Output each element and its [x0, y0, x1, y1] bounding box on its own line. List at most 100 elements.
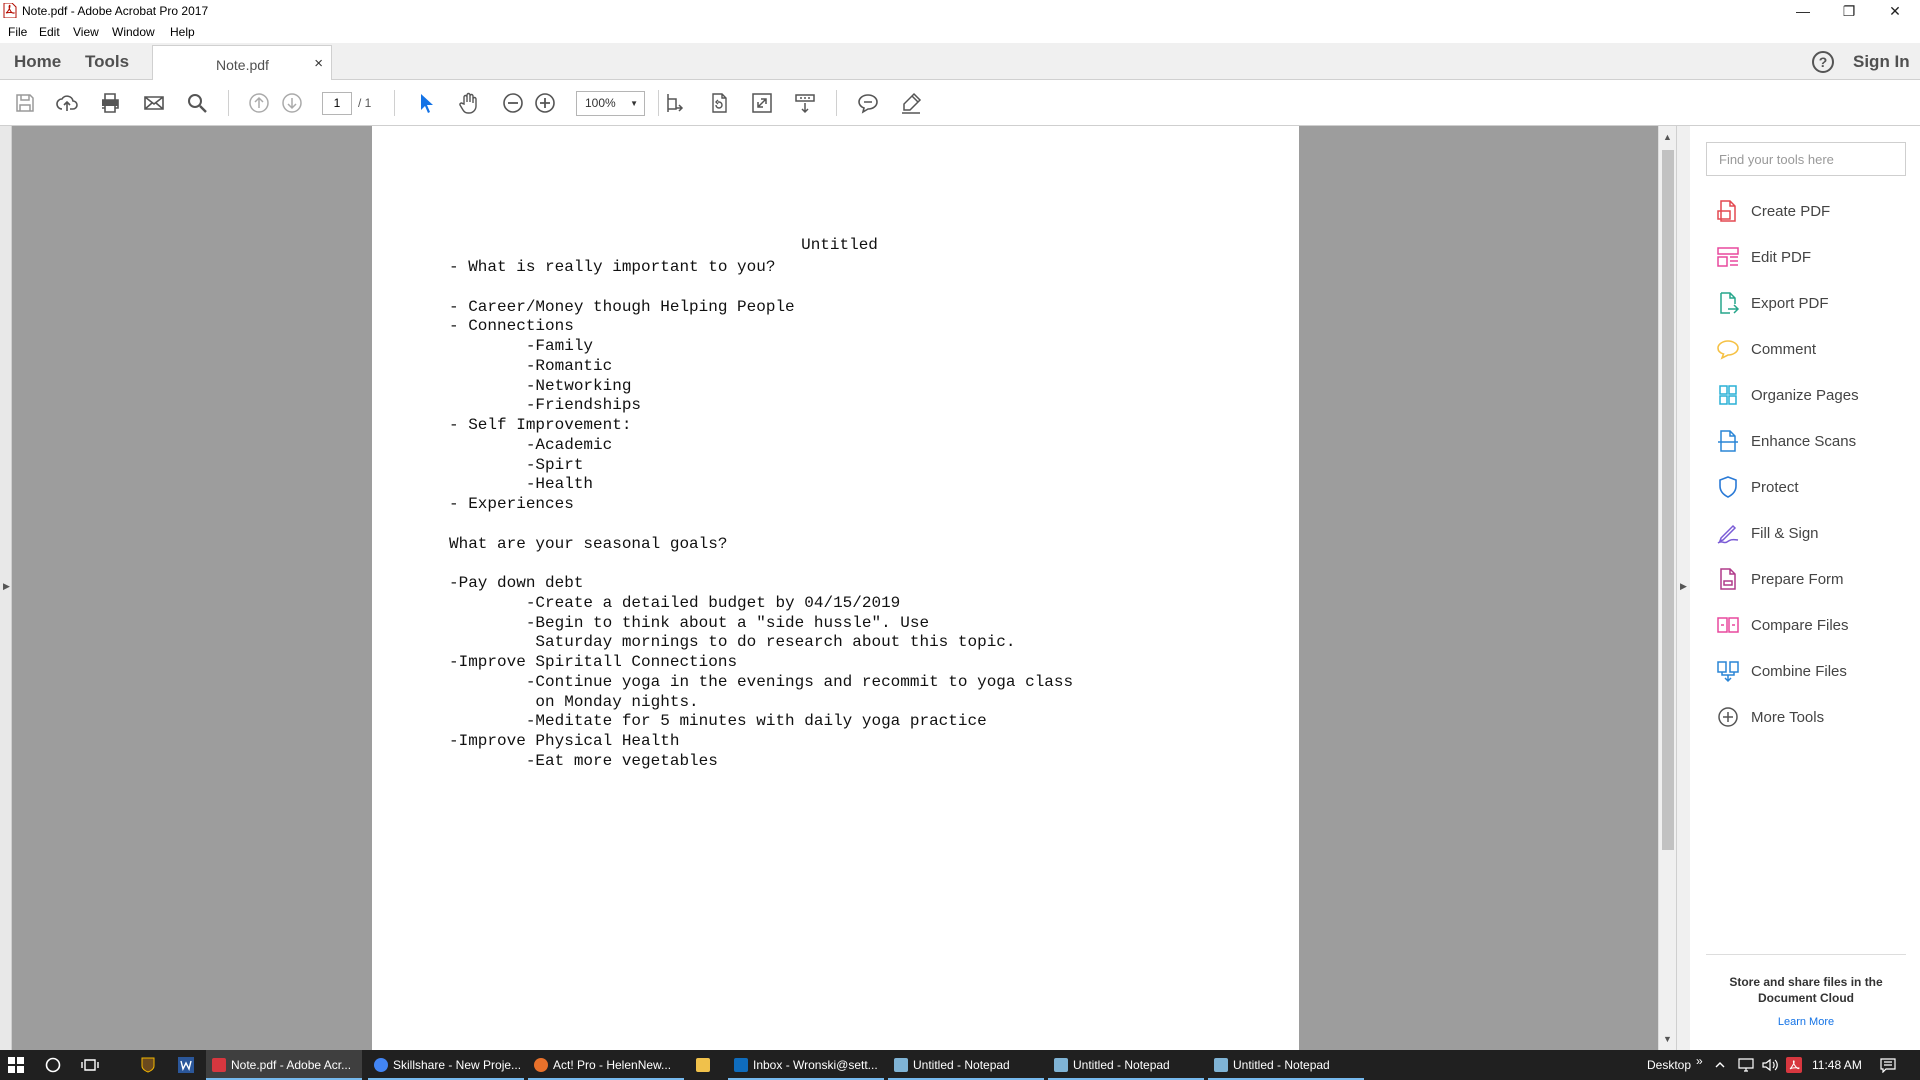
- tool-label: Combine Files: [1751, 663, 1847, 680]
- search-icon[interactable]: [184, 90, 210, 116]
- scroll-up-arrow-icon[interactable]: ▲: [1663, 132, 1672, 142]
- notepad-taskbar-icon: [894, 1058, 908, 1072]
- action-center-icon[interactable]: [1880, 1050, 1896, 1080]
- desktop-toolbar-label[interactable]: Desktop: [1647, 1058, 1691, 1072]
- previous-page-icon[interactable]: [246, 90, 272, 116]
- folder-icon: [696, 1058, 710, 1072]
- document-body: - What is really important to you? - Car…: [449, 258, 1074, 770]
- network-icon[interactable]: [1738, 1050, 1754, 1080]
- menu-help[interactable]: Help: [170, 25, 195, 39]
- menu-view[interactable]: View: [73, 25, 99, 39]
- close-window-button[interactable]: ✕: [1872, 0, 1918, 22]
- taskbar-item-outlook[interactable]: Inbox - Wronski@sett...: [728, 1050, 884, 1080]
- taskbar-item-label: Untitled - Notepad: [1233, 1058, 1330, 1072]
- toolbar-divider: [836, 90, 837, 116]
- help-icon[interactable]: ?: [1812, 51, 1834, 73]
- tool-edit-pdf[interactable]: Edit PDF: [1716, 242, 1916, 272]
- tab-home[interactable]: Home: [14, 52, 61, 72]
- protect-icon: [1719, 476, 1737, 498]
- toolbar-divider: [228, 90, 229, 116]
- taskbar-item-notepad-1[interactable]: Untitled - Notepad: [888, 1050, 1044, 1080]
- taskbar-item-label: Act! Pro - HelenNew...: [553, 1058, 672, 1072]
- tool-create-pdf[interactable]: Create PDF: [1716, 196, 1916, 226]
- email-icon[interactable]: [141, 90, 167, 116]
- fit-page-scroll-icon[interactable]: [662, 90, 688, 116]
- menu-file[interactable]: File: [8, 25, 27, 39]
- left-nav-pane-toggle[interactable]: ▶: [0, 126, 12, 1050]
- comment-icon[interactable]: [855, 90, 881, 116]
- menu-window[interactable]: Window: [112, 25, 155, 39]
- minimize-button[interactable]: —: [1780, 0, 1826, 22]
- organize-pages-icon: [1719, 385, 1737, 405]
- sign-in-button[interactable]: Sign In: [1853, 52, 1910, 72]
- taskbar-item-notepad-2[interactable]: Untitled - Notepad: [1048, 1050, 1204, 1080]
- collapse-right-arrow-icon[interactable]: ▶: [1680, 581, 1687, 592]
- scrolling-mode-icon[interactable]: [792, 90, 818, 116]
- tool-combine-files[interactable]: Combine Files: [1716, 656, 1916, 686]
- tab-tools[interactable]: Tools: [85, 52, 129, 72]
- tool-label: Prepare Form: [1751, 571, 1844, 588]
- act-pro-taskbar-icon: [534, 1058, 548, 1072]
- select-cursor-icon[interactable]: [414, 90, 440, 116]
- tool-organize-pages[interactable]: Organize Pages: [1716, 380, 1916, 410]
- taskbar-item-file-explorer[interactable]: [690, 1050, 726, 1080]
- vertical-scrollbar[interactable]: ▲ ▼: [1658, 126, 1676, 1050]
- taskbar-item-chrome[interactable]: Skillshare - New Proje...: [368, 1050, 524, 1080]
- show-hidden-icons-chevron-up-icon[interactable]: [1714, 1050, 1726, 1080]
- highlight-pen-icon[interactable]: [898, 90, 924, 116]
- tool-more-tools[interactable]: More Tools: [1716, 702, 1916, 732]
- menu-edit[interactable]: Edit: [39, 25, 60, 39]
- tab-document[interactable]: Note.pdf ×: [152, 45, 332, 81]
- tool-label: Edit PDF: [1751, 249, 1812, 266]
- prepare-form-icon: [1720, 568, 1736, 590]
- print-icon[interactable]: [97, 90, 123, 116]
- cortana-search-icon[interactable]: [45, 1050, 61, 1080]
- tool-export-pdf[interactable]: Export PDF: [1716, 288, 1916, 318]
- restore-button[interactable]: ❐: [1826, 0, 1872, 22]
- scroll-down-arrow-icon[interactable]: ▼: [1663, 1034, 1672, 1044]
- task-view-icon[interactable]: [81, 1050, 99, 1080]
- tab-close-icon[interactable]: ×: [314, 55, 323, 72]
- acrobat-tray-icon[interactable]: [1786, 1050, 1802, 1080]
- tool-protect[interactable]: Protect: [1716, 472, 1916, 502]
- enhance-scans-icon: [1718, 430, 1738, 452]
- tool-enhance-scans[interactable]: Enhance Scans: [1716, 426, 1916, 456]
- upload-cloud-icon[interactable]: [54, 90, 80, 116]
- toolbar: 1 / 1 100% ▼: [0, 80, 1920, 126]
- zoom-level-select[interactable]: 100% ▼: [576, 91, 645, 116]
- save-icon[interactable]: [12, 90, 38, 116]
- tool-label: Enhance Scans: [1751, 433, 1857, 450]
- tool-comment[interactable]: Comment: [1716, 334, 1916, 364]
- taskbar-item-acrobat[interactable]: Note.pdf - Adobe Acr...: [206, 1050, 362, 1080]
- volume-icon[interactable]: [1762, 1050, 1778, 1080]
- expand-left-arrow-icon[interactable]: ▶: [3, 581, 10, 592]
- taskbar-item-notepad-3[interactable]: Untitled - Notepad: [1208, 1050, 1364, 1080]
- learn-more-link[interactable]: Learn More: [1706, 1016, 1906, 1028]
- find-tools-input[interactable]: Find your tools here: [1706, 142, 1906, 176]
- taskbar-item-act-pro[interactable]: Act! Pro - HelenNew...: [528, 1050, 684, 1080]
- rotate-page-icon[interactable]: [706, 90, 732, 116]
- next-page-icon[interactable]: [279, 90, 305, 116]
- tool-label: Compare Files: [1751, 617, 1849, 634]
- tool-compare-files[interactable]: Compare Files: [1716, 610, 1916, 640]
- tool-prepare-form[interactable]: Prepare Form: [1716, 564, 1916, 594]
- document-viewer[interactable]: ▶ Untitled - What is really important to…: [0, 126, 1690, 1050]
- full-screen-icon[interactable]: [749, 90, 775, 116]
- toolbar-divider: [658, 90, 659, 116]
- ups-app-icon[interactable]: [140, 1050, 156, 1080]
- scrollbar-thumb[interactable]: [1662, 150, 1674, 850]
- windows-start-icon[interactable]: [8, 1050, 24, 1080]
- zoom-out-icon[interactable]: [500, 90, 526, 116]
- hand-tool-icon[interactable]: [456, 90, 482, 116]
- toolbar-overflow-chevron-icon[interactable]: »: [1696, 1054, 1703, 1068]
- word-app-icon[interactable]: [178, 1050, 194, 1080]
- zoom-in-icon[interactable]: [532, 90, 558, 116]
- fill-sign-icon: [1717, 524, 1739, 544]
- tool-fill-sign[interactable]: Fill & Sign: [1716, 518, 1916, 548]
- system-clock[interactable]: 11:48 AM: [1812, 1058, 1862, 1072]
- chevron-down-icon: ▼: [630, 99, 638, 108]
- right-pane-toggle[interactable]: ▶: [1676, 126, 1690, 1050]
- tool-label: More Tools: [1751, 709, 1825, 726]
- page-number-input[interactable]: 1: [322, 92, 352, 115]
- windows-taskbar: Note.pdf - Adobe Acr... Skillshare - New…: [0, 1050, 1920, 1080]
